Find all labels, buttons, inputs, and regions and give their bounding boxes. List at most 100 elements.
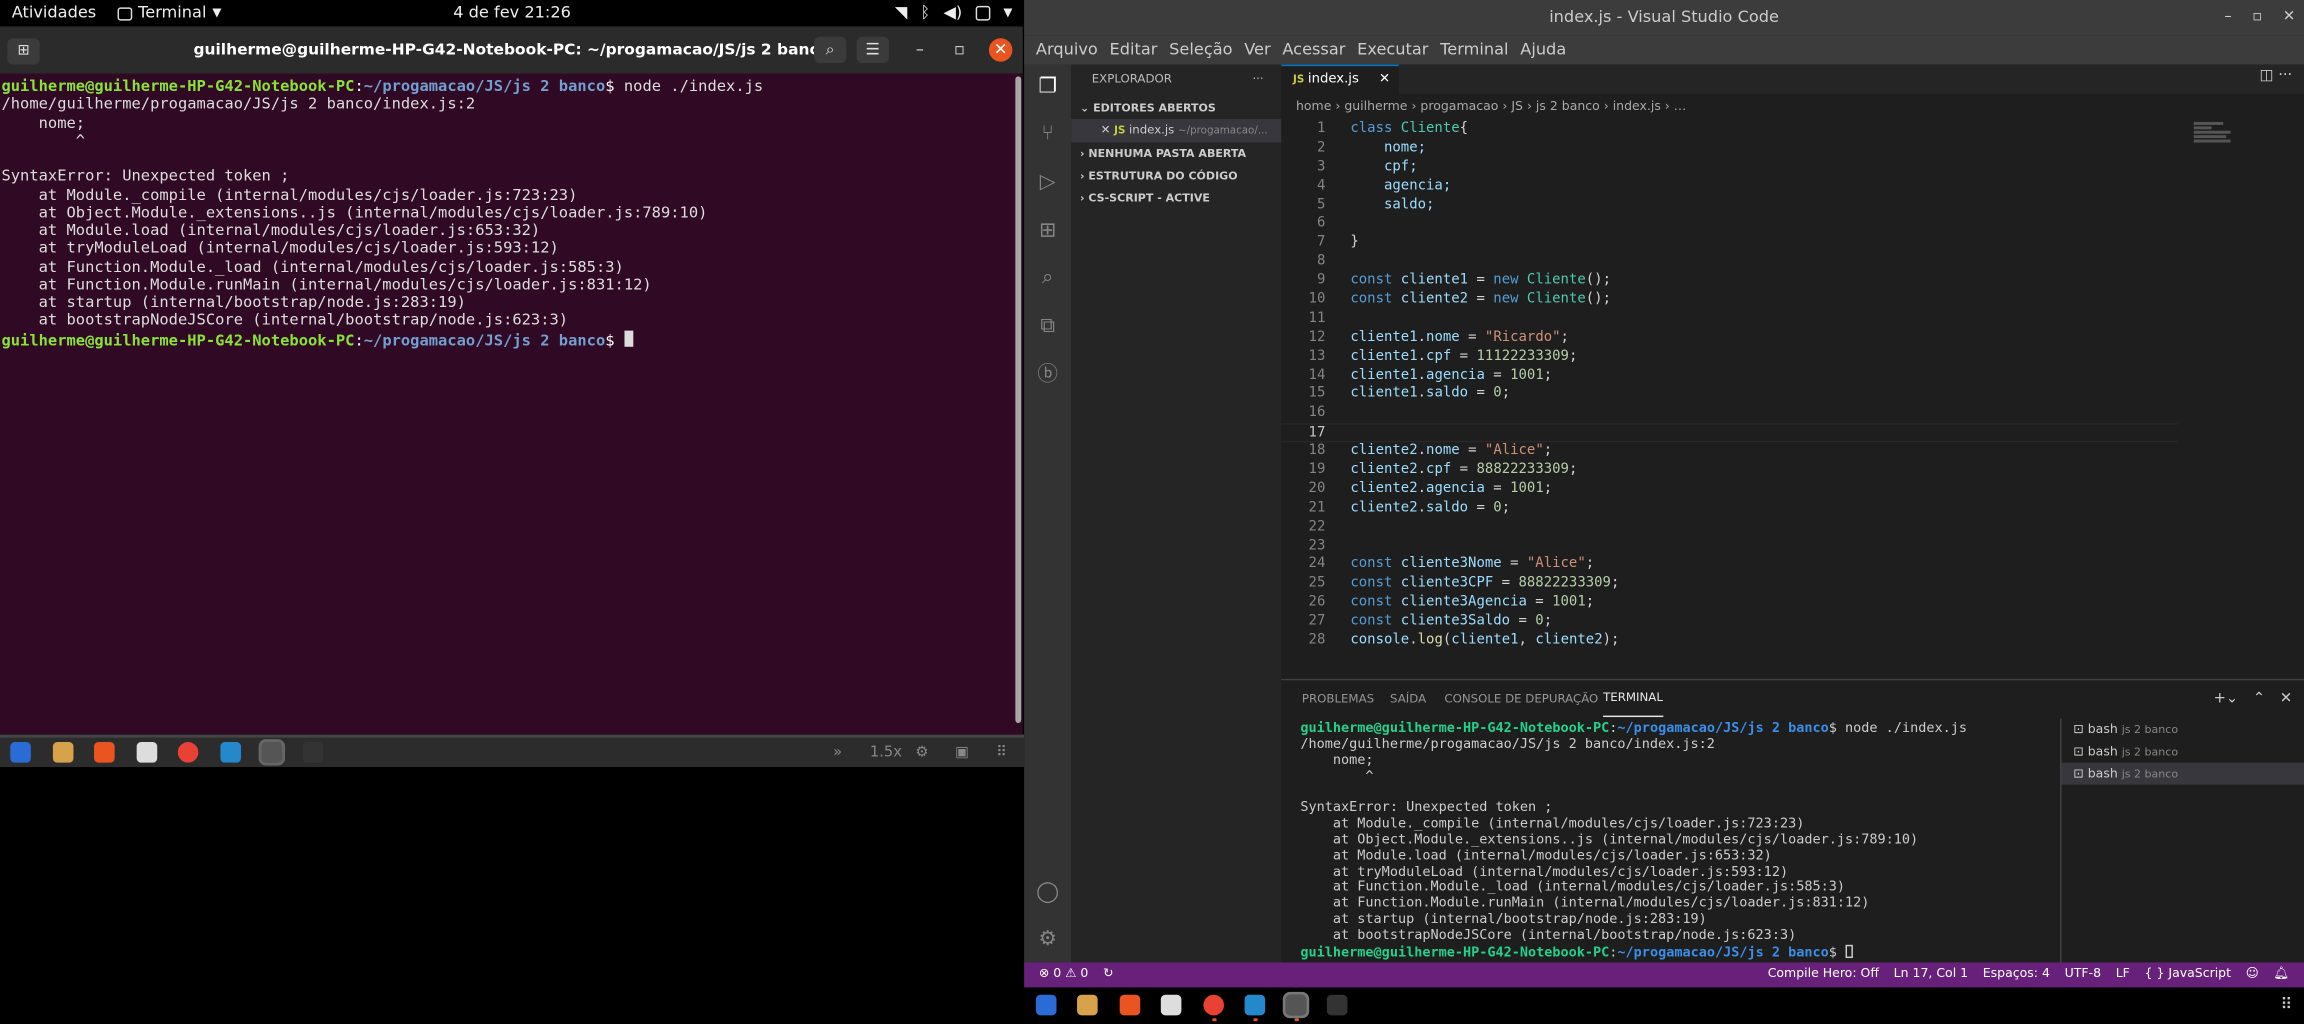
host-vscode-icon[interactable] <box>1244 994 1266 1016</box>
vs-restore-icon[interactable]: ▫ <box>2252 0 2262 35</box>
tab-output[interactable]: SAÍDA <box>1390 680 1426 718</box>
code-token: (); <box>1585 290 1612 308</box>
menu-executar[interactable]: Executar <box>1351 35 1434 64</box>
terminal-list-item[interactable]: ⊡ bash js 2 banco <box>2061 762 2304 785</box>
close-editor-icon[interactable]: ✕ <box>1101 123 1115 136</box>
vm-files-icon[interactable] <box>10 742 31 763</box>
terminal-list-item[interactable]: ⊡ bash js 2 banco <box>2062 719 2304 741</box>
host-chrome-icon[interactable] <box>1203 994 1225 1016</box>
menu-editar[interactable]: Editar <box>1104 35 1164 64</box>
terminal-scrollbar[interactable] <box>1015 76 1022 723</box>
fast-forward-icon[interactable]: » <box>833 738 842 770</box>
tab-debug-console[interactable]: CONSOLE DE DEPURAÇÃO <box>1444 680 1598 718</box>
open-editors-label: EDITORES ABERTOS <box>1093 101 1216 115</box>
close-tab-icon[interactable]: ✕ <box>1379 66 1390 94</box>
apps-grid-icon[interactable]: ⠿ <box>996 738 1007 770</box>
menu-selecao[interactable]: Seleção <box>1163 35 1238 64</box>
explorer-icon[interactable]: ❐ <box>1034 73 1060 99</box>
bookmark-icon[interactable]: ⓑ <box>1034 361 1060 387</box>
terminal-output[interactable]: guilherme@guilherme-HP-G42-Notebook-PC:~… <box>0 76 1014 734</box>
line-number: 6 <box>1316 215 1326 232</box>
menu-arquivo[interactable]: Arquivo <box>1030 35 1104 64</box>
fullscreen-icon[interactable]: ▣ <box>955 738 969 770</box>
close-panel-icon[interactable]: ✕ <box>2280 680 2292 718</box>
terminal-list-item[interactable]: ⊡ bash js 2 banco <box>2062 741 2304 763</box>
maximize-button[interactable]: ▫ <box>948 38 972 62</box>
activities-button[interactable]: Atividades <box>12 0 96 26</box>
settings-gear-icon[interactable]: ⚙ <box>915 738 928 770</box>
app-menu[interactable]: Terminal ▼ <box>117 0 221 26</box>
search-icon[interactable]: ⌕ <box>1034 264 1060 290</box>
menu-ajuda[interactable]: Ajuda <box>1514 35 1572 64</box>
search-button[interactable]: ⌕ <box>814 36 847 64</box>
maximize-panel-icon[interactable]: ⌃ <box>2253 680 2265 718</box>
problems-status[interactable]: ⊗ 0 ⚠ 0 <box>1039 962 1089 987</box>
remote-icon[interactable]: ⧉ <box>1034 313 1060 339</box>
tab-problems[interactable]: PROBLEMAS <box>1302 680 1374 718</box>
close-button[interactable]: ✕ <box>988 38 1013 62</box>
minimap[interactable] <box>2193 120 2290 193</box>
tray-caret-icon: ▼ <box>1003 5 1013 20</box>
integrated-terminal[interactable]: guilherme@guilherme-HP-G42-Notebook-PC:~… <box>1300 720 2049 961</box>
vm-archive-icon[interactable] <box>52 742 74 763</box>
vm-vscode-icon[interactable] <box>220 742 241 763</box>
more-actions-icon[interactable]: ··· <box>1252 65 1263 94</box>
vs-minimize-icon[interactable]: – <box>2224 0 2231 35</box>
breadcrumb[interactable]: home › guilherme › progamacao › JS › js … <box>1281 94 2304 120</box>
code-token: 0 <box>1535 612 1544 630</box>
extensions-icon[interactable]: ⊞ <box>1034 217 1060 243</box>
indentation[interactable]: Espaços: 4 <box>1983 962 2050 987</box>
terminal-line: /home/guilherme/progamacao/JS/js 2 banco… <box>1 95 476 114</box>
encoding[interactable]: UTF-8 <box>2065 962 2101 987</box>
manage-gear-icon[interactable]: ⚙ <box>1034 926 1060 952</box>
end-of-line[interactable]: LF <box>2116 962 2130 987</box>
line-number: 2 <box>1316 139 1326 156</box>
host-software-icon[interactable] <box>1119 994 1141 1016</box>
host-archive-icon[interactable] <box>1077 994 1098 1016</box>
vm-powershell-icon[interactable] <box>302 742 324 763</box>
minimize-button[interactable]: – <box>908 38 932 62</box>
vm-files-manager-icon[interactable] <box>136 742 158 763</box>
code-line: 28 console.log(cliente1, cliente2); <box>1281 632 2177 651</box>
menu-terminal[interactable]: Terminal <box>1434 35 1514 64</box>
menu-acessar[interactable]: Acessar <box>1277 35 1352 64</box>
vm-chrome-icon[interactable] <box>177 742 199 763</box>
section-open-editors[interactable]: ⌄ EDITORES ABERTOS <box>1071 97 1281 119</box>
feedback-icon[interactable]: ☺ <box>2246 962 2259 987</box>
zoom-level[interactable]: 1.5x <box>870 738 902 770</box>
split-editor-icon[interactable]: ◫ ··· <box>2260 68 2293 84</box>
host-terminal-icon[interactable] <box>1282 991 1310 1019</box>
section-no-folder[interactable]: › NENHUMA PASTA ABERTA <box>1071 143 1281 165</box>
menu-button[interactable]: ☰ <box>856 36 889 64</box>
compile-hero-status[interactable]: Compile Hero: Off <box>1768 962 1879 987</box>
vm-terminal-icon[interactable] <box>258 739 286 766</box>
cursor-position[interactable]: Ln 17, Col 1 <box>1894 962 1968 987</box>
menu-ver[interactable]: Ver <box>1238 35 1276 64</box>
status-bar: ⊗ 0 ⚠ 0 ↻ Compile Hero: Off Ln 17, Col 1… <box>1024 962 2304 988</box>
account-icon[interactable]: ◯ <box>1034 879 1060 905</box>
live-share-icon[interactable]: ↻ <box>1103 962 1113 987</box>
maximize-icon: ▫ <box>954 39 965 59</box>
section-outline[interactable]: › ESTRUTURA DO CÓDIGO <box>1071 165 1281 187</box>
new-terminal-icon[interactable]: +⌄ <box>2214 680 2239 718</box>
apps-grid-icon[interactable]: ⠿ <box>2280 995 2292 1014</box>
host-powershell-icon[interactable] <box>1326 994 1348 1016</box>
tab-index-js[interactable]: JS index.js ✕ <box>1281 64 1399 95</box>
code-token: const <box>1350 556 1401 573</box>
section-cs-script[interactable]: › CS-SCRIPT - ACTIVE <box>1071 187 1281 209</box>
vm-software-icon[interactable] <box>94 742 115 763</box>
open-editor-item[interactable]: ✕ JS index.js ~/progamacao/... <box>1071 119 1282 143</box>
host-files-icon[interactable] <box>1035 994 1057 1016</box>
vs-close-icon[interactable]: ✕ <box>2283 0 2295 35</box>
source-control-icon[interactable]: ⑂ <box>1034 120 1060 146</box>
language-mode[interactable]: { } JavaScript <box>2145 962 2231 987</box>
new-tab-button[interactable]: ⊞ <box>7 38 40 65</box>
terminal-line: at Function.Module.runMain (internal/mod… <box>1 275 652 294</box>
tab-terminal[interactable]: TERMINAL <box>1603 680 1663 718</box>
run-debug-icon[interactable]: ▷ <box>1034 169 1060 195</box>
terminal-line: /home/guilherme/progamacao/JS/js 2 banco… <box>1300 735 1715 753</box>
host-files-manager-icon[interactable] <box>1160 994 1182 1016</box>
notifications-icon[interactable]: 🔔︎ <box>2273 962 2289 987</box>
system-tray[interactable]: ◥ ᛒ ◀) ▼ <box>895 0 1013 26</box>
code-editor[interactable]: 1 class Cliente{2 nome; 3 cpf; 4 agencia; 5 … <box>1281 120 2178 651</box>
